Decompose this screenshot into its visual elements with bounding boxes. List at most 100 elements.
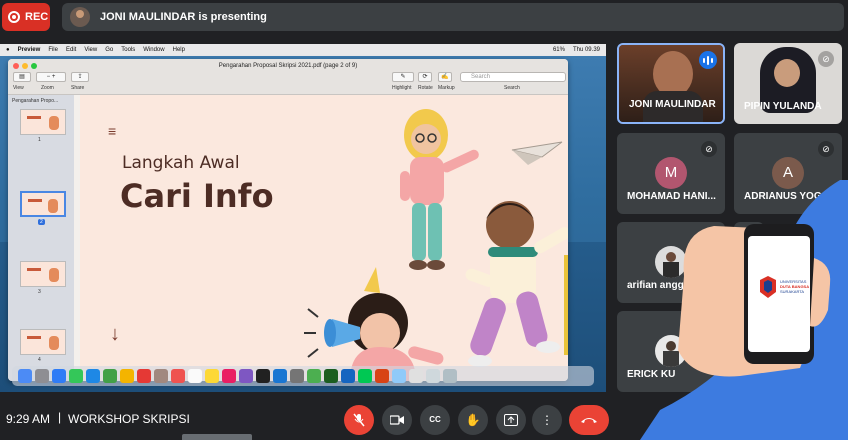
whatsapp-icon [358, 369, 372, 383]
phone-overlay-graphic: UNIVERSITAS DUTA BANGSA SURAKARTA [640, 180, 848, 440]
photos-icon [120, 369, 134, 383]
sidebar-toggle-icon: ▤ [13, 72, 31, 82]
maps-icon [103, 369, 117, 383]
highlight-icon: ✎ [392, 72, 414, 82]
presenter-avatar [70, 7, 90, 27]
zoom-buttons: − + [36, 72, 66, 82]
battery-text: 61% [552, 47, 565, 53]
sidebar-title: Pengarahan Propo... [12, 98, 59, 104]
shared-screen: ● Preview File Edit View Go Tools Window… [0, 44, 606, 392]
toolbar-label-markup: Markup [438, 85, 455, 91]
phone-text-line: SURAKARTA [780, 289, 804, 294]
facetime-icon [137, 369, 151, 383]
menubar-app-name: Preview [17, 47, 41, 53]
page-thumbnail-selected [20, 191, 66, 217]
captions-icon: CC [429, 415, 441, 424]
menu-help: Help [172, 47, 185, 53]
menubar-status: 61% Thu 09.39 [553, 47, 606, 53]
present-button[interactable] [496, 405, 526, 435]
toolbar-label-search: Search [504, 85, 520, 91]
raise-hand-button[interactable]: ✋ [458, 405, 488, 435]
folder-icon [426, 369, 440, 383]
thumbnail-number: 1 [38, 137, 41, 143]
captions-button[interactable]: CC [420, 405, 450, 435]
rec-label: REC [25, 11, 49, 23]
document-title: Pengarahan Proposal Skripsi 2021.pdf (pa… [218, 63, 358, 69]
toolbar-label-share: Share [71, 85, 85, 91]
phone-screen [748, 236, 810, 352]
word-icon [341, 369, 355, 383]
thumbnail-number-selected: 2 [38, 219, 45, 225]
camera-icon [389, 415, 404, 425]
app-store-icon [273, 369, 287, 383]
preview-search-field: Search [460, 72, 566, 82]
meeting-name: WORKSHOP SKRIPSI [68, 412, 190, 426]
music-icon [222, 369, 236, 383]
participant-tile-pipin[interactable]: ⊘ PIPIN YULANDA [734, 43, 842, 124]
rotate-icon: ⟳ [418, 72, 432, 82]
mac-dock [12, 366, 594, 386]
slide-illustration [304, 109, 568, 381]
present-icon [504, 414, 518, 426]
recording-indicator: REC [2, 3, 50, 31]
reminders-icon [188, 369, 202, 383]
menu-file: File [48, 47, 58, 53]
mic-toggle-button[interactable] [344, 405, 374, 435]
meet-window: REC JONI MAULINDAR is presenting ● Previ… [0, 0, 848, 440]
toolbar-label-highlight: Highlight [392, 85, 412, 91]
contacts-icon [154, 369, 168, 383]
calendar-icon [171, 369, 185, 383]
menu-go: Go [105, 47, 114, 53]
blonde-character [400, 109, 479, 270]
menu-window: Window [143, 47, 165, 53]
settings-icon [290, 369, 304, 383]
thumbnail-number: 3 [38, 289, 41, 295]
presenter-banner: JONI MAULINDAR is presenting [62, 3, 844, 31]
page-thumbnail [20, 109, 66, 135]
menu-tools: Tools [121, 47, 136, 53]
hang-up-icon [581, 418, 597, 423]
trash-icon [443, 369, 457, 383]
more-options-button[interactable]: ⋮ [532, 405, 562, 435]
mic-off-icon: ⊘ [818, 51, 834, 67]
toolbar-label-zoom: Zoom [41, 85, 54, 91]
page-thumbnail [20, 261, 66, 287]
markup-icon: ✍ [438, 72, 452, 82]
thumbnail-sidebar: Pengarahan Propo... 1 2 3 4 [8, 95, 74, 381]
toolbar-label-rotate: Rotate [418, 85, 433, 91]
powerpoint-icon [375, 369, 389, 383]
presenter-text: JONI MAULINDAR is presenting [100, 11, 267, 23]
participant-tile-joni[interactable]: JONI MAULINDAR [617, 43, 725, 124]
record-icon [8, 11, 20, 23]
time-separator: | [58, 410, 62, 424]
thumbnail-number: 4 [38, 357, 41, 363]
mic-off-icon [353, 413, 365, 427]
mac-menubar: ● Preview File Edit View Go Tools Window… [0, 44, 606, 56]
clock-text: Thu 09.39 [572, 47, 600, 53]
slide-canvas: ≡ Langkah Awal Cari Info ↓ [80, 95, 568, 381]
notes-icon [205, 369, 219, 383]
menu-edit: Edit [65, 47, 77, 53]
safari-icon [52, 369, 66, 383]
preview-window: Pengarahan Proposal Skripsi 2021.pdf (pa… [8, 59, 568, 381]
finder-icon [18, 369, 32, 383]
meeting-time: 9:29 AM [6, 412, 51, 426]
preview-icon [392, 369, 406, 383]
party-girl-character [304, 267, 444, 381]
participant-name: JONI MAULINDAR [629, 99, 716, 110]
mail-icon [86, 369, 100, 383]
messages-icon [69, 369, 83, 383]
tv-icon [256, 369, 270, 383]
leave-call-button[interactable] [569, 405, 609, 435]
camera-toggle-button[interactable] [382, 405, 412, 435]
excel-icon [324, 369, 338, 383]
apple-icon: ● [6, 47, 10, 53]
mic-off-icon: ⊘ [701, 141, 717, 157]
podcasts-icon [239, 369, 253, 383]
jumping-boy-character [465, 201, 568, 367]
more-vert-icon: ⋮ [541, 413, 553, 427]
mic-off-icon: ⊘ [818, 141, 834, 157]
share-icon: ⇪ [71, 72, 89, 82]
launchpad-icon [35, 369, 49, 383]
preview-titlebar: Pengarahan Proposal Skripsi 2021.pdf (pa… [8, 59, 568, 95]
